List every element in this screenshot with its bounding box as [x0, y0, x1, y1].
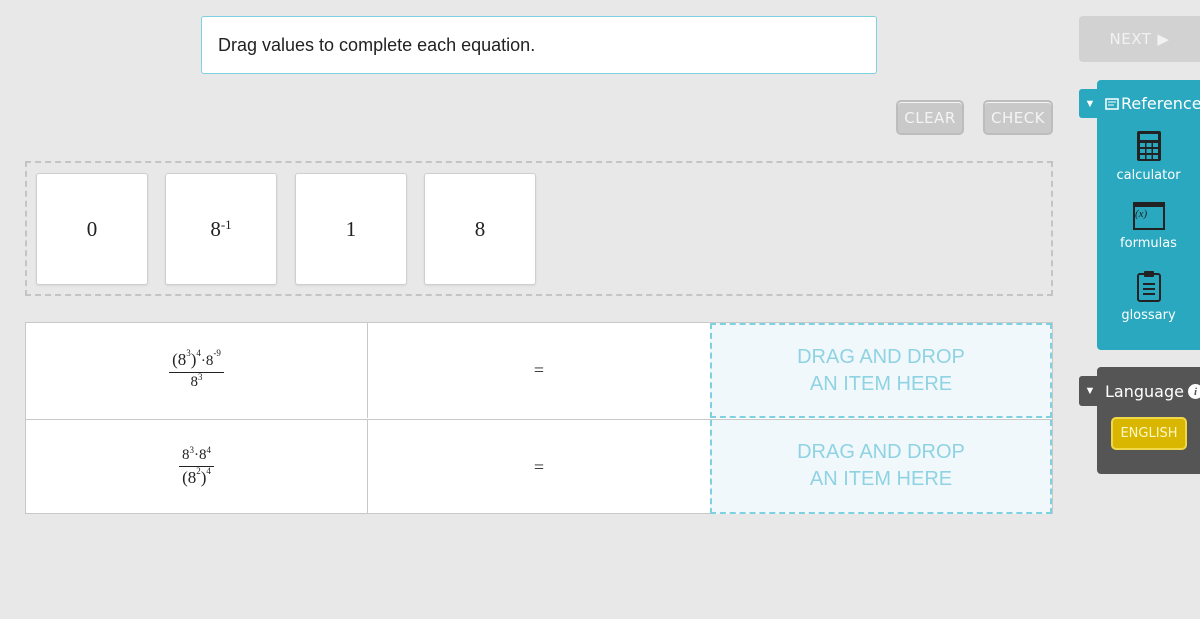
equals-cell: =	[368, 323, 710, 418]
fraction-expression: (83)4·8-9 83	[169, 348, 224, 391]
equation-row: (83)4·8-9 83 = DRAG AND DROP AN ITEM HER…	[26, 323, 1052, 418]
next-button[interactable]: NEXT ▶	[1079, 16, 1200, 62]
equals-sign: =	[533, 360, 545, 380]
book-icon	[1105, 97, 1119, 110]
instruction-text: Drag values to complete each equation.	[218, 34, 536, 55]
instruction-prompt: Drag values to complete each equation.	[201, 16, 877, 74]
expr-part: ·8	[200, 353, 214, 369]
tile-value: 8	[210, 216, 221, 241]
expr-exp: 3	[198, 372, 203, 382]
formulas-label: formulas	[1120, 236, 1177, 251]
answer-tile-tray: 0 8 -1 1 8	[25, 161, 1053, 296]
formulas-glyph: (x)	[1135, 208, 1148, 220]
expr-part: 8	[190, 374, 199, 390]
reference-panel: Reference calculator formulas glossary	[1097, 80, 1200, 350]
drop-zone[interactable]: DRAG AND DROP AN ITEM HERE	[710, 323, 1052, 418]
language-title: Language i	[1105, 382, 1200, 401]
drop-zone-text: AN ITEM HERE	[809, 468, 953, 490]
drop-zone-text: AN ITEM HERE	[809, 372, 953, 395]
triangle-down-icon: ▼	[1084, 385, 1096, 397]
language-panel: Language i ENGLISH	[1097, 367, 1200, 474]
glossary-label: glossary	[1121, 308, 1176, 323]
calculator-icon	[1136, 131, 1161, 161]
next-label: NEXT	[1109, 30, 1152, 48]
clear-button[interactable]: CLEAR	[896, 100, 964, 135]
fraction-expression: 83·84 (82)4	[179, 444, 214, 488]
check-button[interactable]: CHECK	[983, 100, 1053, 135]
expr-exp: -9	[213, 348, 221, 358]
equation-table: (83)4·8-9 83 = DRAG AND DROP AN ITEM HER…	[25, 322, 1053, 514]
answer-tile[interactable]: 8 -1	[165, 173, 277, 285]
info-icon[interactable]: i	[1187, 384, 1200, 399]
tile-value: 8	[474, 216, 486, 241]
drop-zone[interactable]: DRAG AND DROP AN ITEM HERE	[710, 420, 1052, 514]
drop-zone-text: DRAG AND DROP	[797, 345, 965, 368]
expression-cell: (83)4·8-9 83	[26, 323, 368, 418]
reference-label: Reference	[1121, 94, 1200, 113]
language-button-label: ENGLISH	[1120, 426, 1178, 441]
tile-value: 1	[345, 216, 357, 241]
tile-exponent: -1	[220, 217, 232, 232]
triangle-down-icon: ▼	[1084, 97, 1096, 110]
answer-tile[interactable]: 8	[424, 173, 536, 285]
answer-tile[interactable]: 0	[36, 173, 148, 285]
check-label: CHECK	[990, 108, 1046, 127]
expr-part: (8	[172, 350, 187, 369]
reference-title[interactable]: Reference	[1105, 94, 1200, 113]
expr-part: ·8	[194, 446, 207, 463]
expr-exp: 4	[206, 465, 211, 476]
clear-label: CLEAR	[904, 108, 956, 127]
glossary-tool[interactable]: glossary	[1097, 270, 1200, 323]
expr-exp: 4	[196, 348, 201, 358]
expr-exp: 3	[186, 348, 191, 358]
calculator-label: calculator	[1116, 168, 1181, 183]
expression-cell: 83·84 (82)4	[26, 420, 368, 514]
equation-row: 83·84 (82)4 = DRAG AND DROP AN ITEM HERE	[26, 419, 1052, 514]
drop-zone-text: DRAG AND DROP	[797, 441, 965, 463]
formulas-tool[interactable]: formulas	[1097, 202, 1200, 251]
expr-part: 8	[182, 446, 190, 463]
language-label: Language	[1105, 382, 1184, 401]
clipboard-icon	[1136, 271, 1161, 302]
expr-part: (8	[182, 467, 197, 487]
language-english-button[interactable]: ENGLISH	[1111, 417, 1187, 450]
equals-cell: =	[368, 420, 710, 514]
equals-sign: =	[533, 456, 545, 477]
answer-tile[interactable]: 1	[295, 173, 407, 285]
expr-exp: 3	[189, 444, 195, 455]
expr-exp: 4	[206, 444, 212, 455]
tile-value: 0	[86, 216, 98, 241]
play-arrow-icon: ▶	[1157, 30, 1170, 48]
expr-exp: 2	[196, 465, 201, 476]
calculator-tool[interactable]: calculator	[1097, 130, 1200, 183]
